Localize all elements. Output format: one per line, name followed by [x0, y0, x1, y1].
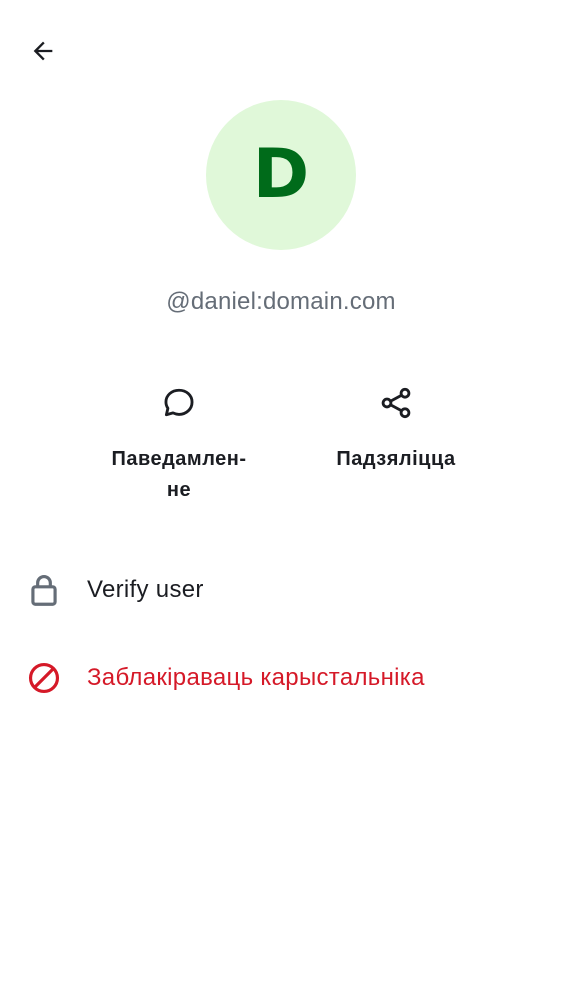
message-label: Паведамлен- не: [111, 448, 247, 501]
block-icon: [24, 658, 64, 698]
avatar: D: [206, 100, 356, 250]
share-icon: [373, 380, 419, 426]
message-button[interactable]: Паведамлен- не: [94, 380, 264, 506]
avatar-initial: D: [252, 135, 310, 214]
user-profile-screen: D @daniel:domain.com Паведамлен- не Падз…: [0, 0, 562, 1000]
verify-user-row[interactable]: Verify user: [0, 560, 562, 620]
lock-icon: [24, 570, 64, 610]
share-label: Падзяліцца: [336, 448, 456, 470]
verify-user-label: Verify user: [87, 576, 204, 603]
block-user-row[interactable]: Заблакіраваць карыстальніка: [0, 648, 562, 708]
share-button[interactable]: Падзяліцца: [311, 380, 481, 475]
block-user-label: Заблакіраваць карыстальніка: [87, 664, 425, 691]
arrow-back-icon: [33, 41, 53, 61]
chat-bubble-icon: [156, 380, 202, 426]
back-button[interactable]: [20, 28, 66, 74]
user-id: @daniel:domain.com: [166, 288, 396, 315]
